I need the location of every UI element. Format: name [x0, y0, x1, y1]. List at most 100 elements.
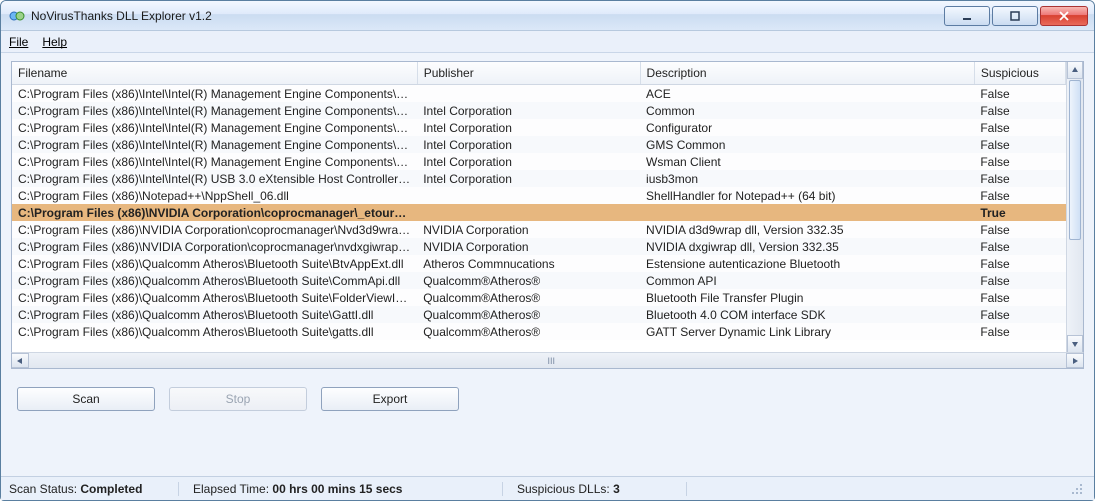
- table-row[interactable]: C:\Program Files (x86)\Intel\Intel(R) Ma…: [12, 85, 1066, 103]
- stop-button[interactable]: Stop: [169, 387, 307, 411]
- cell-publisher: [417, 204, 640, 221]
- cell-suspicious: False: [974, 136, 1065, 153]
- cell-description: NVIDIA dxgiwrap dll, Version 332.35: [640, 238, 974, 255]
- table-row[interactable]: C:\Program Files (x86)\Notepad++\NppShel…: [12, 187, 1066, 204]
- cell-filename: C:\Program Files (x86)\NVIDIA Corporatio…: [12, 238, 417, 255]
- cell-publisher: NVIDIA Corporation: [417, 238, 640, 255]
- table-row[interactable]: C:\Program Files (x86)\NVIDIA Corporatio…: [12, 221, 1066, 238]
- cell-filename: C:\Program Files (x86)\Intel\Intel(R) US…: [12, 170, 417, 187]
- col-filename[interactable]: Filename: [12, 62, 417, 85]
- cell-publisher: Intel Corporation: [417, 170, 640, 187]
- export-button[interactable]: Export: [321, 387, 459, 411]
- cell-publisher: Atheros Commnucations: [417, 255, 640, 272]
- maximize-button[interactable]: [992, 6, 1038, 26]
- cell-suspicious: False: [974, 323, 1065, 340]
- table-row[interactable]: C:\Program Files (x86)\NVIDIA Corporatio…: [12, 238, 1066, 255]
- col-description[interactable]: Description: [640, 62, 974, 85]
- cell-suspicious: False: [974, 153, 1065, 170]
- scroll-up-button[interactable]: [1067, 62, 1083, 79]
- dll-list-viewport[interactable]: Filename Publisher Description Suspiciou…: [12, 62, 1066, 352]
- table-row[interactable]: C:\Program Files (x86)\Qualcomm Atheros\…: [12, 306, 1066, 323]
- window-controls: [942, 6, 1088, 26]
- action-buttons: Scan Stop Export: [11, 369, 1084, 409]
- cell-filename: C:\Program Files (x86)\Qualcomm Atheros\…: [12, 323, 417, 340]
- cell-description: ShellHandler for Notepad++ (64 bit): [640, 187, 974, 204]
- menubar: File Help: [1, 31, 1094, 53]
- cell-suspicious: False: [974, 238, 1065, 255]
- app-window: NoVirusThanks DLL Explorer v1.2 File Hel…: [0, 0, 1095, 501]
- status-suspicious-value: 3: [613, 482, 620, 496]
- table-row[interactable]: C:\Program Files (x86)\Intel\Intel(R) Ma…: [12, 119, 1066, 136]
- cell-publisher: NVIDIA Corporation: [417, 221, 640, 238]
- status-scan-value: Completed: [80, 482, 142, 496]
- cell-filename: C:\Program Files (x86)\Intel\Intel(R) Ma…: [12, 85, 417, 103]
- cell-suspicious: False: [974, 187, 1065, 204]
- scan-button[interactable]: Scan: [17, 387, 155, 411]
- window-title: NoVirusThanks DLL Explorer v1.2: [31, 9, 212, 23]
- cell-filename: C:\Program Files (x86)\Qualcomm Atheros\…: [12, 272, 417, 289]
- menu-file[interactable]: File: [9, 35, 28, 49]
- scroll-left-button[interactable]: [12, 353, 29, 368]
- cell-publisher: Qualcomm®Atheros®: [417, 289, 640, 306]
- statusbar: Scan Status: Completed Elapsed Time: 00 …: [1, 476, 1094, 500]
- scroll-down-button[interactable]: [1067, 335, 1083, 352]
- cell-description: Estensione autenticazione Bluetooth: [640, 255, 974, 272]
- table-row[interactable]: C:\Program Files (x86)\Qualcomm Atheros\…: [12, 272, 1066, 289]
- table-row[interactable]: C:\Program Files (x86)\Intel\Intel(R) Ma…: [12, 136, 1066, 153]
- scroll-right-button[interactable]: [1066, 353, 1083, 368]
- table-row[interactable]: C:\Program Files (x86)\Intel\Intel(R) US…: [12, 170, 1066, 187]
- scroll-thumb[interactable]: [1069, 80, 1081, 240]
- cell-description: Common API: [640, 272, 974, 289]
- table-row[interactable]: C:\Program Files (x86)\Qualcomm Atheros\…: [12, 289, 1066, 306]
- col-publisher[interactable]: Publisher: [417, 62, 640, 85]
- status-scan-label: Scan Status:: [9, 482, 77, 496]
- app-icon: [9, 8, 25, 24]
- column-headers: Filename Publisher Description Suspiciou…: [12, 62, 1066, 85]
- status-scan: Scan Status: Completed: [9, 482, 179, 496]
- cell-description: GATT Server Dynamic Link Library: [640, 323, 974, 340]
- cell-description: [640, 204, 974, 221]
- cell-filename: C:\Program Files (x86)\Qualcomm Atheros\…: [12, 255, 417, 272]
- cell-description: GMS Common: [640, 136, 974, 153]
- menu-help[interactable]: Help: [42, 35, 67, 49]
- cell-publisher: Intel Corporation: [417, 119, 640, 136]
- table-row[interactable]: C:\Program Files (x86)\NVIDIA Corporatio…: [12, 204, 1066, 221]
- cell-description: NVIDIA d3d9wrap dll, Version 332.35: [640, 221, 974, 238]
- cell-suspicious: False: [974, 306, 1065, 323]
- cell-filename: C:\Program Files (x86)\Qualcomm Atheros\…: [12, 289, 417, 306]
- cell-description: Configurator: [640, 119, 974, 136]
- cell-publisher: [417, 85, 640, 103]
- horizontal-scrollbar[interactable]: III: [11, 352, 1084, 369]
- titlebar[interactable]: NoVirusThanks DLL Explorer v1.2: [1, 1, 1094, 31]
- resize-grip-icon[interactable]: [1072, 484, 1086, 498]
- cell-publisher: [417, 187, 640, 204]
- cell-suspicious: False: [974, 119, 1065, 136]
- dll-list: Filename Publisher Description Suspiciou…: [11, 61, 1084, 353]
- status-suspicious-label: Suspicious DLLs:: [517, 482, 610, 496]
- col-suspicious[interactable]: Suspicious: [974, 62, 1065, 85]
- cell-filename: C:\Program Files (x86)\Qualcomm Atheros\…: [12, 306, 417, 323]
- cell-description: Bluetooth File Transfer Plugin: [640, 289, 974, 306]
- cell-filename: C:\Program Files (x86)\Intel\Intel(R) Ma…: [12, 102, 417, 119]
- cell-filename: C:\Program Files (x86)\Intel\Intel(R) Ma…: [12, 153, 417, 170]
- cell-publisher: Intel Corporation: [417, 153, 640, 170]
- cell-publisher: Qualcomm®Atheros®: [417, 306, 640, 323]
- cell-suspicious: False: [974, 102, 1065, 119]
- cell-description: ACE: [640, 85, 974, 103]
- close-button[interactable]: [1040, 6, 1088, 26]
- status-elapsed-label: Elapsed Time:: [193, 482, 269, 496]
- table-row[interactable]: C:\Program Files (x86)\Qualcomm Atheros\…: [12, 255, 1066, 272]
- status-elapsed-value: 00 hrs 00 mins 15 secs: [272, 482, 402, 496]
- vertical-scrollbar[interactable]: [1066, 62, 1083, 352]
- table-row[interactable]: C:\Program Files (x86)\Intel\Intel(R) Ma…: [12, 153, 1066, 170]
- cell-suspicious: False: [974, 289, 1065, 306]
- minimize-button[interactable]: [944, 6, 990, 26]
- status-suspicious: Suspicious DLLs: 3: [517, 482, 687, 496]
- table-row[interactable]: C:\Program Files (x86)\Intel\Intel(R) Ma…: [12, 102, 1066, 119]
- hscroll-mark: III: [548, 356, 554, 365]
- cell-suspicious: False: [974, 85, 1065, 103]
- cell-suspicious: False: [974, 255, 1065, 272]
- cell-description: Common: [640, 102, 974, 119]
- table-row[interactable]: C:\Program Files (x86)\Qualcomm Atheros\…: [12, 323, 1066, 340]
- cell-publisher: Qualcomm®Atheros®: [417, 323, 640, 340]
